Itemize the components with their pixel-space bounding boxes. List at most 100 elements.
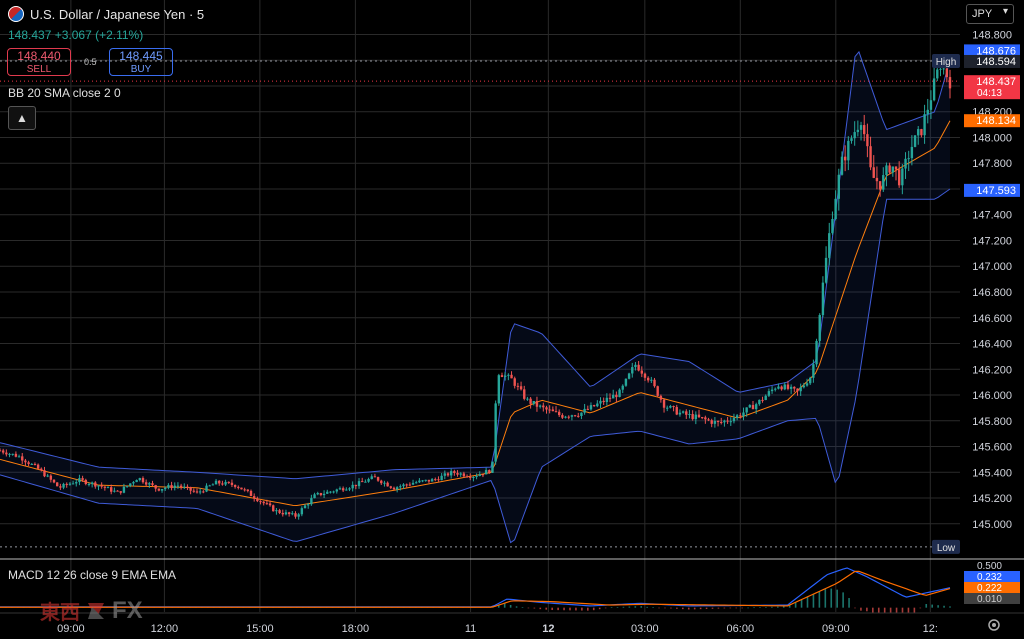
candle-body	[624, 378, 628, 386]
macd-bar	[812, 594, 815, 608]
candle-body	[888, 165, 891, 173]
candle-body	[754, 404, 758, 410]
candle-body	[789, 386, 793, 389]
watermark-fx: FX	[112, 596, 143, 624]
candle-body	[386, 482, 389, 487]
candle-body	[125, 485, 129, 487]
macd-bar	[569, 607, 571, 611]
candle-body	[434, 479, 437, 481]
y-tick-label: 147.200	[972, 235, 1012, 247]
candle-body	[367, 479, 370, 482]
gear-icon[interactable]	[986, 617, 1002, 633]
candle-body	[49, 475, 53, 480]
marker-label-high: High	[936, 57, 957, 68]
candle-body	[14, 453, 18, 457]
candle-body	[640, 370, 644, 374]
candle-body	[812, 364, 815, 378]
macd-bar	[658, 607, 660, 609]
macd-bar	[545, 607, 548, 610]
sell-button[interactable]: 148.440 SELL	[7, 48, 71, 76]
candle-body	[157, 488, 161, 491]
macd-bar	[575, 607, 577, 611]
candle-body	[932, 78, 936, 101]
candle-body	[907, 158, 910, 160]
macd-bar	[693, 607, 696, 610]
macd-tick-label: 0.500	[977, 561, 1002, 572]
candle-body	[767, 391, 771, 396]
candle-body	[214, 480, 218, 485]
buy-button[interactable]: 148.445 BUY	[109, 48, 173, 76]
collapse-indicators-button[interactable]: ▲	[8, 106, 36, 130]
candle-body	[218, 480, 221, 484]
candle-body	[103, 486, 107, 488]
candle-body	[545, 407, 548, 410]
candle-body	[427, 479, 431, 482]
candle-body	[939, 68, 942, 70]
candle-body	[659, 395, 663, 400]
candle-body	[24, 460, 27, 463]
currency-select[interactable]: JPY ▾	[966, 4, 1014, 24]
price-chart[interactable]: HighLow148.800148.600148.400148.200148.0…	[0, 0, 1024, 639]
y-tick-label: 147.400	[972, 210, 1012, 222]
macd-bar	[527, 607, 530, 609]
x-tick-label: 18:00	[342, 623, 370, 635]
candle-body	[408, 484, 412, 486]
chevron-up-icon: ▲	[16, 111, 28, 125]
candle-body	[287, 512, 291, 515]
y-tick-label: 145.600	[972, 442, 1012, 454]
candle-body	[186, 486, 189, 488]
candle-body	[542, 405, 545, 408]
candle-body	[122, 486, 126, 493]
candle-body	[249, 490, 253, 497]
macd-bar	[664, 607, 666, 609]
macd-bar	[782, 606, 785, 608]
macd-bar	[705, 607, 708, 609]
x-tick-label: 12:	[923, 623, 938, 635]
candle-body	[678, 412, 682, 415]
candle-body	[691, 414, 694, 420]
candle-body	[920, 129, 923, 136]
candle	[272, 504, 275, 512]
candle-body	[392, 487, 396, 490]
countdown-label: 04:13	[977, 88, 1002, 99]
candle-body	[936, 69, 939, 79]
candle-body	[612, 394, 615, 399]
candle-body	[818, 315, 821, 341]
x-tick-label: 03:00	[631, 623, 659, 635]
candle-body	[745, 407, 748, 413]
macd-bar	[866, 607, 868, 612]
candle-body	[500, 375, 504, 378]
candle-body	[596, 403, 599, 407]
candle-body	[519, 386, 523, 390]
macd-bar	[794, 602, 797, 608]
candle-body	[132, 482, 135, 484]
candle-body	[164, 487, 167, 490]
price-change: 148.437 +3.067 (+2.11%)	[8, 28, 144, 42]
candle-body	[586, 408, 589, 410]
y-tick-label: 146.400	[972, 339, 1012, 351]
candle-body	[859, 125, 863, 130]
candle-body	[310, 498, 313, 505]
candle-body	[567, 416, 570, 418]
candle-body	[221, 483, 224, 485]
candle-body	[774, 388, 777, 390]
candle-body	[148, 483, 151, 485]
y-tick-label: 146.000	[972, 390, 1012, 402]
candle-body	[602, 400, 605, 403]
candle-body	[224, 481, 227, 485]
macd-bar	[771, 606, 773, 608]
macd-bar	[741, 607, 743, 609]
candle-body	[399, 486, 402, 488]
candle-body	[1, 450, 5, 453]
candle-body	[351, 484, 354, 489]
macd-bar	[604, 607, 607, 609]
candle-body	[338, 488, 342, 490]
candle-body	[383, 482, 386, 484]
x-tick-label: 06:00	[727, 623, 755, 635]
sell-price: 148.440	[17, 49, 61, 63]
candle	[627, 372, 631, 380]
candle-body	[685, 411, 688, 415]
candle-body	[917, 129, 920, 136]
macd-bar	[759, 607, 761, 608]
candle-body	[364, 481, 367, 483]
